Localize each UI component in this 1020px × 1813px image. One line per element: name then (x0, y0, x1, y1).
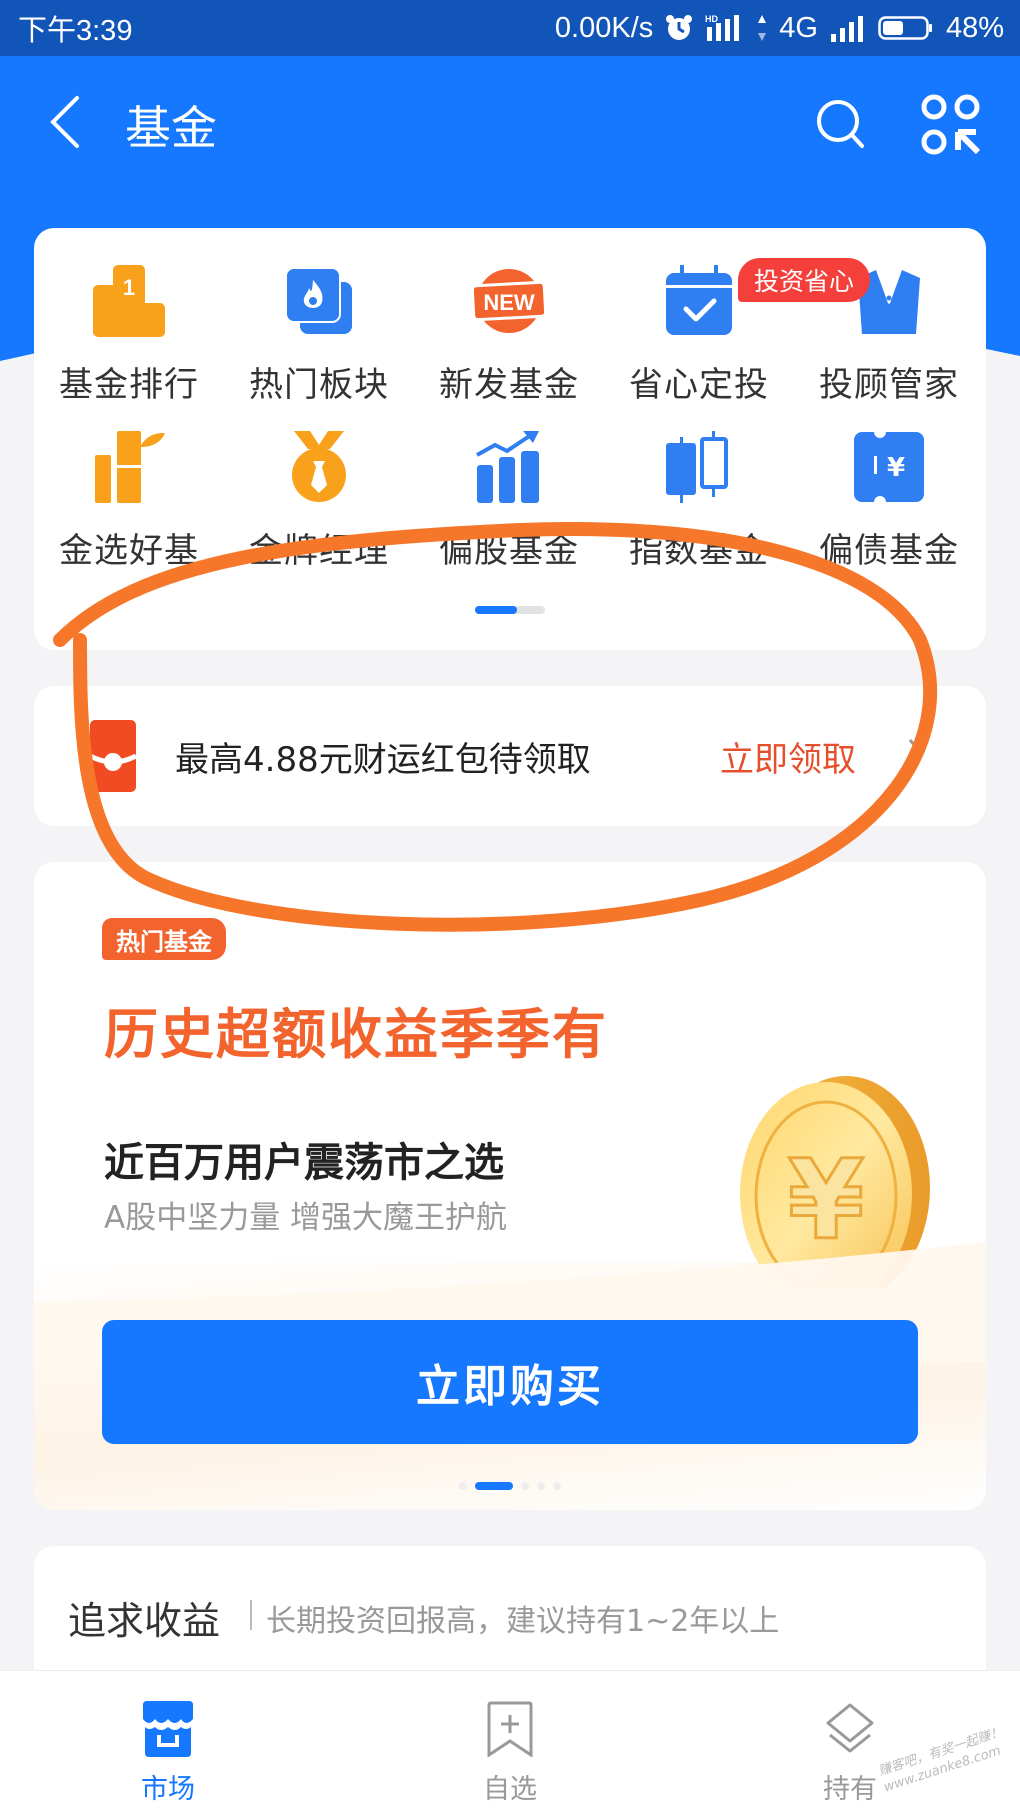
tab-holdings[interactable]: 持有 (750, 1671, 950, 1813)
data-arrows-icon (757, 13, 767, 43)
bottom-tab-bar: 市场 自选 持有 (0, 1670, 1020, 1813)
podium-rank-icon: 1 (89, 262, 169, 339)
claim-now-link[interactable]: 立即领取 (720, 732, 856, 781)
tab-label: 自选 (483, 1774, 537, 1805)
grid-item-label: 指数基金 (629, 531, 769, 571)
medal-tie-icon (279, 428, 359, 505)
red-packet-banner[interactable]: 最高4.88元财运红包待领取 立即领取 (34, 686, 986, 826)
status-time: 下午3:39 (18, 15, 133, 47)
bar-trend-icon (469, 428, 549, 505)
apps-grid-icon (918, 94, 984, 162)
grid-item-label: 金牌经理 (249, 531, 389, 571)
alarm-icon (665, 14, 693, 42)
battery-percent: 48% (945, 11, 1004, 44)
net-speed: 0.00K/s (554, 11, 654, 44)
section-title: 追求收益 (68, 1599, 221, 1643)
carousel-dot[interactable] (553, 1482, 561, 1490)
grid-item-label: 投顾管家 (819, 365, 959, 405)
carousel-dot[interactable] (537, 1482, 545, 1490)
grid-item-label: 金选好基 (59, 531, 199, 571)
carousel-dot-active[interactable] (475, 1482, 513, 1490)
hot-fund-title: 历史超额收益季季有 (104, 1003, 608, 1066)
grid-item-label: 偏债基金 (819, 531, 959, 571)
grid-item-label: 偏股基金 (439, 531, 579, 571)
section-description: 长期投资回报高，建议持有1~2年以上 (266, 1604, 780, 1639)
grid-item-label: 新发基金 (439, 365, 579, 405)
grid-item-new-funds[interactable]: NEW 新发基金 (414, 246, 604, 406)
grid-item-fund-ranking[interactable]: 1 基金排行 (34, 246, 224, 406)
svg-text:¥: ¥ (887, 453, 905, 483)
svg-text:1: 1 (123, 275, 135, 300)
tab-label: 市场 (141, 1774, 195, 1805)
promo-badge: 投资省心 (738, 258, 871, 302)
status-bar: 下午3:39 0.00K/s HD 4G 48% (0, 0, 1020, 56)
status-indicators: 0.00K/s HD 4G 48% (555, 12, 1004, 45)
back-button[interactable] (40, 94, 90, 154)
search-icon (812, 100, 872, 158)
layers-icon (820, 1699, 880, 1759)
tab-market[interactable]: 市场 (68, 1671, 268, 1813)
tab-watchlist[interactable]: 自选 (410, 1671, 610, 1813)
grid-item-label: 基金排行 (59, 365, 199, 405)
yuan-ticket-icon: ¥ (849, 428, 929, 505)
flame-cards-icon (279, 262, 359, 339)
signal-icon (830, 14, 866, 42)
hot-fund-subtitle: 近百万用户震荡市之选 (104, 1140, 504, 1186)
chevron-left-icon (47, 94, 83, 154)
network-type: 4G (779, 11, 818, 44)
grid-item-index-funds[interactable]: 指数基金 (604, 412, 794, 572)
calendar-check-icon (659, 262, 739, 339)
battery-icon (878, 14, 934, 42)
grid-item-star-managers[interactable]: 金牌经理 (224, 412, 414, 572)
nav-bar: 基金 (0, 56, 1020, 186)
red-packet-text: 最高4.88元财运红包待领取 (175, 740, 591, 780)
carousel-dots (34, 1482, 986, 1490)
hd-signal-icon: HD (705, 13, 745, 43)
new-badge-icon: NEW (469, 262, 549, 339)
grid-item-label: 热门板块 (249, 365, 389, 405)
storefront-icon (138, 1699, 198, 1759)
page-indicator-active (475, 606, 517, 614)
svg-text:HD: HD (705, 14, 718, 24)
grid-item-label: 省心定投 (629, 365, 769, 405)
grid-item-bond-funds[interactable]: ¥ 偏债基金 (794, 412, 984, 572)
red-packet-icon (90, 720, 136, 792)
bamboo-icon (89, 428, 169, 505)
hot-fund-card: 热门基金 历史超额收益季季有 近百万用户震荡市之选 A股中坚力量 增强大魔王护航… (34, 862, 986, 1510)
chevron-right-icon (906, 736, 926, 776)
hot-fund-tag: 热门基金 (102, 918, 226, 960)
hot-fund-description: A股中坚力量 增强大魔王护航 (104, 1200, 508, 1236)
title-separator (250, 1600, 252, 1630)
search-button[interactable] (812, 94, 872, 154)
carousel-dot[interactable] (459, 1482, 467, 1490)
carousel-dot[interactable] (521, 1482, 529, 1490)
grid-page-indicator (475, 606, 545, 614)
tab-label: 持有 (823, 1774, 877, 1805)
page-title: 基金 (125, 101, 217, 155)
grid-item-selected-funds[interactable]: 金选好基 (34, 412, 224, 572)
apps-button[interactable] (918, 92, 984, 158)
bookmark-add-icon (480, 1699, 540, 1759)
svg-text:NEW: NEW (483, 290, 535, 315)
grid-item-hot-sectors[interactable]: 热门板块 (224, 246, 414, 406)
candlestick-icon (659, 428, 739, 505)
buy-now-button[interactable]: 立即购买 (102, 1320, 918, 1444)
quick-access-card: 投资省心 1 基金排行 热门板块 NEW 新发基金 省心定投 投顾管家 金选好基… (34, 228, 986, 650)
grid-item-equity-funds[interactable]: 偏股基金 (414, 412, 604, 572)
